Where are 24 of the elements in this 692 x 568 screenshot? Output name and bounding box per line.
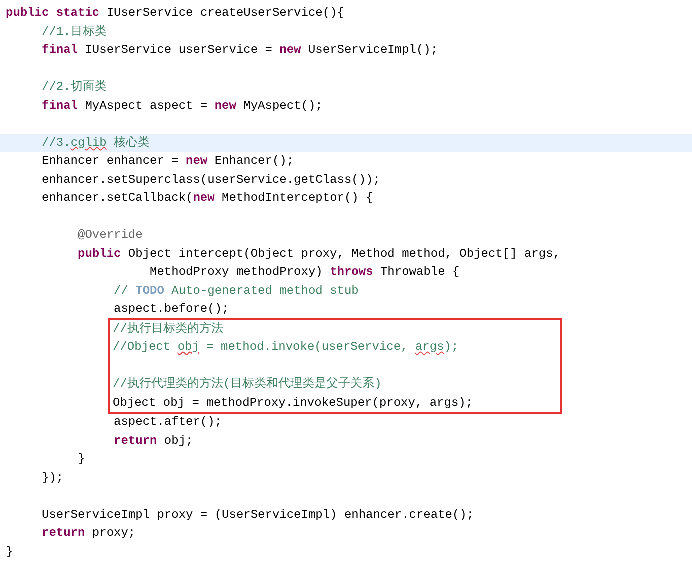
code-line: //执行代理类的方法(目标类和代理类是父子关系) xyxy=(112,376,383,393)
code-line: Object obj = methodProxy.invokeSuper(proxy, args); xyxy=(112,394,474,412)
code-line: // TODO Auto-generated method stub xyxy=(113,282,360,300)
code-line: //2.切面类 xyxy=(41,79,108,96)
code-line: Enhancer enhancer = new Enhancer(); xyxy=(41,153,296,170)
code-line: return proxy; xyxy=(41,525,137,542)
code-line: aspect.before(); xyxy=(113,301,230,318)
code-line: //1.目标类 xyxy=(41,24,108,40)
code-line: public static IUserService createUserService(){ xyxy=(5,5,346,22)
code-line: } xyxy=(77,451,86,468)
code-line: enhancer.setCallback(new MethodInterceptor() { xyxy=(41,190,374,207)
code-line: //Object obj = method.invoke(userService, args); xyxy=(112,339,460,356)
code-line: final MyAspect aspect = new MyAspect(); xyxy=(41,98,324,114)
code-line: MethodProxy methodProxy) throws Throwable { xyxy=(149,264,461,281)
code-line: } xyxy=(5,544,14,560)
code-line: aspect.after(); xyxy=(113,414,224,431)
code-line: }); xyxy=(41,470,65,486)
code-line: enhancer.setSuperclass(userService.getClass()); xyxy=(41,172,382,188)
code-line: public Object intercept(Object proxy, Method method, Object[] args, xyxy=(77,246,562,262)
code-line: final IUserService userService = new UserServiceImpl(); xyxy=(41,42,440,59)
code-line: return obj; xyxy=(113,432,194,450)
code-line: @Override xyxy=(77,227,144,244)
code-line: //执行目标类的方法 xyxy=(112,320,224,338)
code-line: UserServiceImpl proxy = (UserServiceImpl) enhancer.create(); xyxy=(41,506,476,524)
